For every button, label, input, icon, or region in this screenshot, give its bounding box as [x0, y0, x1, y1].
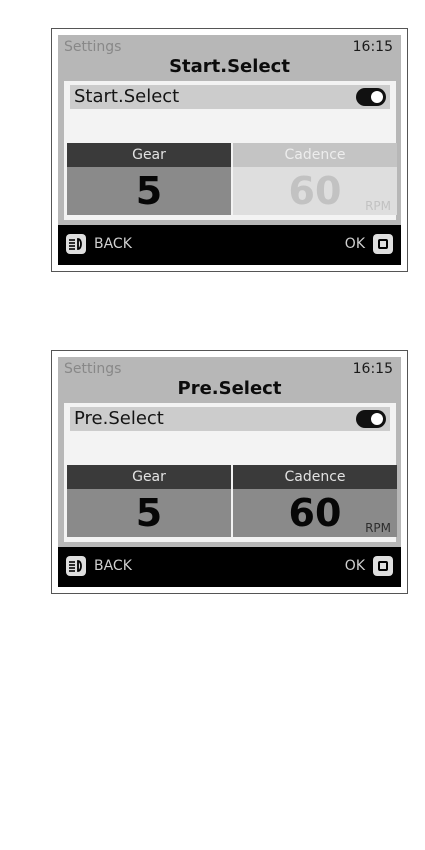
- option-row-start-select[interactable]: Start.Select: [70, 85, 390, 109]
- ok-label: OK: [344, 236, 365, 252]
- ok-button[interactable]: OK: [338, 556, 393, 578]
- cadence-unit: RPM: [365, 199, 391, 213]
- footer-bar: BACK OK: [58, 225, 401, 265]
- gear-tile[interactable]: Gear 5: [67, 143, 231, 215]
- clock: 16:15: [352, 39, 393, 55]
- ok-label: OK: [344, 558, 365, 574]
- headlight-icon: [66, 234, 86, 254]
- square-button-icon: [373, 234, 393, 254]
- cadence-label: Cadence: [233, 143, 397, 167]
- cadence-unit: RPM: [365, 521, 391, 535]
- cadence-tile[interactable]: Cadence 60 RPM: [233, 465, 397, 537]
- toggle-knob: [371, 91, 383, 103]
- headlight-icon: [66, 556, 86, 576]
- back-label: BACK: [94, 558, 132, 574]
- display-frame-start-select: Settings 16:15 Start.Select Start.Select…: [51, 28, 408, 272]
- gear-tile[interactable]: Gear 5: [67, 465, 231, 537]
- toggle-switch[interactable]: [356, 88, 386, 106]
- gear-label: Gear: [67, 143, 231, 167]
- square-button-icon: [373, 556, 393, 576]
- clock: 16:15: [352, 361, 393, 377]
- ok-button[interactable]: OK: [338, 234, 393, 256]
- back-button[interactable]: BACK: [66, 556, 146, 578]
- option-label: Start.Select: [74, 86, 180, 107]
- display-frame-pre-select: Settings 16:15 Pre.Select Pre.Select Gea…: [51, 350, 408, 594]
- breadcrumb: Settings: [64, 39, 122, 55]
- breadcrumb: Settings: [64, 361, 122, 377]
- gear-value: 5: [135, 169, 163, 213]
- cadence-value-box: 60 RPM: [233, 167, 397, 215]
- cadence-label: Cadence: [233, 465, 397, 489]
- display-screen: Settings 16:15 Pre.Select Pre.Select Gea…: [58, 357, 401, 587]
- gear-label: Gear: [67, 465, 231, 489]
- option-label: Pre.Select: [74, 408, 164, 429]
- cadence-tile: Cadence 60 RPM: [233, 143, 397, 215]
- gear-value-box: 5: [67, 489, 231, 537]
- gear-value-box: 5: [67, 167, 231, 215]
- toggle-knob: [371, 413, 383, 425]
- back-label: BACK: [94, 236, 132, 252]
- gear-value: 5: [135, 491, 163, 535]
- settings-card: Start.Select Gear 5 Cadence 60 RPM: [64, 81, 397, 220]
- page-title: Start.Select: [169, 56, 290, 77]
- option-row-pre-select[interactable]: Pre.Select: [70, 407, 390, 431]
- toggle-switch[interactable]: [356, 410, 386, 428]
- display-screen: Settings 16:15 Start.Select Start.Select…: [58, 35, 401, 265]
- cadence-value-box: 60 RPM: [233, 489, 397, 537]
- footer-bar: BACK OK: [58, 547, 401, 587]
- page-title: Pre.Select: [177, 378, 282, 399]
- back-button[interactable]: BACK: [66, 234, 146, 256]
- settings-card: Pre.Select Gear 5 Cadence 60 RPM: [64, 403, 397, 542]
